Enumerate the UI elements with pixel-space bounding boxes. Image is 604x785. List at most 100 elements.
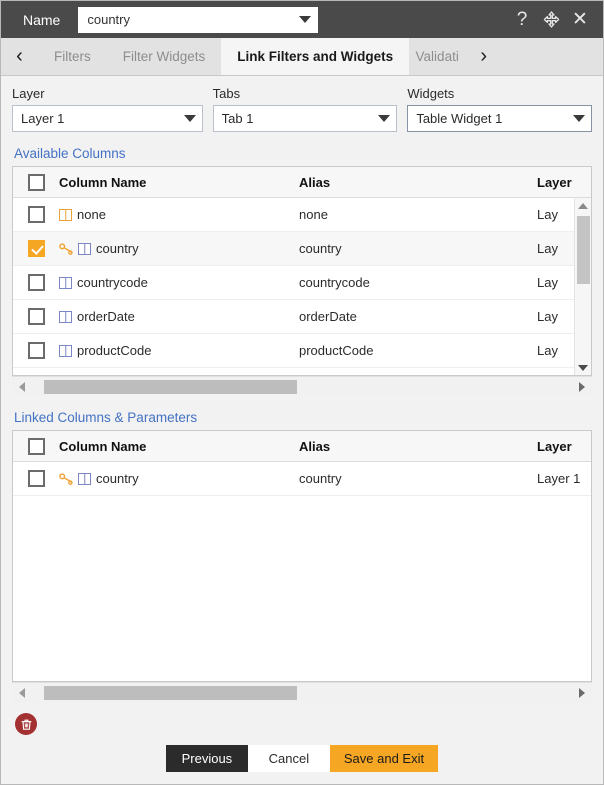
move-arrows-icon[interactable] xyxy=(540,9,562,31)
available-table-vertical-scrollbar[interactable] xyxy=(574,198,591,375)
chevron-down-icon xyxy=(378,115,391,122)
row-checkbox-cell[interactable] xyxy=(13,308,59,325)
table-row[interactable]: countrycode countrycode Lay xyxy=(13,266,591,300)
scroll-left-icon[interactable] xyxy=(12,683,32,703)
horizontal-scroll-track[interactable] xyxy=(32,377,572,397)
widgets-label: Widgets xyxy=(407,86,455,101)
available-columns-table: Column Name Alias Layer none none Lay co… xyxy=(12,166,592,376)
column-icon xyxy=(59,208,72,221)
scroll-down-icon[interactable] xyxy=(575,360,592,375)
select-all-checkbox[interactable] xyxy=(27,173,45,191)
row-checkbox-cell[interactable] xyxy=(13,240,59,257)
horizontal-scroll-track[interactable] xyxy=(32,683,572,703)
cancel-button[interactable]: Cancel xyxy=(247,745,330,772)
vertical-scroll-track[interactable] xyxy=(575,213,592,360)
row-column-name: none xyxy=(77,207,106,222)
widgets-selector: Widgets Table Widget 1 xyxy=(407,86,593,132)
save-and-exit-button[interactable]: Save and Exit xyxy=(329,745,439,772)
chevron-down-icon xyxy=(299,16,312,23)
tabs-label: Tabs xyxy=(212,86,241,101)
linked-columns-table: Column Name Alias Layer country country … xyxy=(12,430,592,682)
row-checkbox[interactable] xyxy=(27,308,45,325)
widgets-dropdown[interactable]: Table Widget 1 xyxy=(407,105,593,132)
scroll-right-icon[interactable] xyxy=(572,377,592,397)
close-x-icon[interactable]: ✕ xyxy=(569,9,591,31)
linked-select-all-checkbox-cell[interactable] xyxy=(13,437,59,455)
table-row[interactable]: quantityOrdered quantityOrdered Lay xyxy=(13,368,591,375)
row-checkbox[interactable] xyxy=(27,274,45,291)
link-filters-dialog: Name country ? ✕ ‹ Filters Filter Widget… xyxy=(0,0,604,785)
row-checkbox[interactable] xyxy=(27,240,45,257)
title-bar: Name country ? ✕ xyxy=(1,1,603,38)
tab-strip: ‹ Filters Filter Widgets Link Filters an… xyxy=(1,38,603,76)
chevron-down-icon xyxy=(573,115,586,122)
layer-selector: Layer Layer 1 xyxy=(12,86,203,132)
footer-button-row: Previous Cancel Save and Exit xyxy=(12,745,592,772)
tabs-dropdown-value: Tab 1 xyxy=(221,111,254,126)
column-icon xyxy=(59,310,72,323)
tabs-dropdown[interactable]: Tab 1 xyxy=(212,105,398,132)
row-column-name-cell: countrycode xyxy=(59,275,299,290)
row-alias: none xyxy=(299,207,328,222)
help-icon[interactable]: ? xyxy=(511,9,533,31)
header-alias: Alias xyxy=(299,174,331,190)
table-row[interactable]: none none Lay xyxy=(13,198,591,232)
select-all-checkbox-cell[interactable] xyxy=(13,173,59,191)
row-checkbox-cell[interactable] xyxy=(13,274,59,291)
window-controls: ? ✕ xyxy=(511,9,595,31)
trash-icon[interactable] xyxy=(15,713,37,735)
row-alias: orderDate xyxy=(299,309,357,324)
scroll-right-icon[interactable] xyxy=(572,683,592,703)
tab-filters[interactable]: Filters xyxy=(38,38,107,75)
layer-dropdown[interactable]: Layer 1 xyxy=(12,105,203,132)
tab-validation[interactable]: Validati xyxy=(409,38,466,75)
header-alias: Alias xyxy=(299,438,331,454)
row-checkbox-cell[interactable] xyxy=(13,342,59,359)
selector-row: Layer Layer 1 Tabs Tab 1 Widgets Table W… xyxy=(12,86,593,132)
tab-scroll-left-icon[interactable]: ‹ xyxy=(1,38,38,75)
row-checkbox[interactable] xyxy=(27,206,45,223)
row-alias: countrycode xyxy=(299,275,370,290)
name-dropdown[interactable]: country xyxy=(78,6,319,33)
chevron-down-icon xyxy=(183,115,196,122)
row-column-name-cell: country xyxy=(59,241,299,256)
available-table-horizontal-scrollbar[interactable] xyxy=(12,376,592,396)
row-column-name: productCode xyxy=(77,343,152,358)
previous-button[interactable]: Previous xyxy=(165,745,248,772)
row-layer: Layer 1 xyxy=(537,471,581,486)
widgets-dropdown-value: Table Widget 1 xyxy=(416,111,503,126)
horizontal-scroll-thumb[interactable] xyxy=(44,379,297,394)
row-checkbox-cell[interactable] xyxy=(13,206,59,223)
table-row[interactable]: country country Layer 1 xyxy=(13,462,591,496)
trash-row xyxy=(12,709,592,739)
table-row[interactable]: country country Lay xyxy=(13,232,591,266)
row-column-name-cell: productCode xyxy=(59,343,299,358)
row-column-name: country xyxy=(96,471,139,486)
row-alias: country xyxy=(299,471,342,486)
scroll-left-icon[interactable] xyxy=(12,377,32,397)
vertical-scroll-thumb[interactable] xyxy=(576,216,590,284)
column-icon xyxy=(59,344,72,357)
table-row[interactable]: productCode productCode Lay xyxy=(13,334,591,368)
row-checkbox[interactable] xyxy=(27,470,45,487)
tab-scroll-right-icon[interactable]: › xyxy=(465,38,503,75)
scroll-up-icon[interactable] xyxy=(575,198,592,213)
row-column-name-cell: none xyxy=(59,207,299,222)
row-column-name: countrycode xyxy=(77,275,148,290)
row-checkbox-cell[interactable] xyxy=(13,470,59,487)
linked-select-all-checkbox[interactable] xyxy=(27,437,45,455)
horizontal-scroll-thumb[interactable] xyxy=(44,685,297,700)
linked-table-header: Column Name Alias Layer xyxy=(13,431,591,462)
header-layer: Layer xyxy=(537,438,572,454)
tab-filter-widgets[interactable]: Filter Widgets xyxy=(106,38,222,75)
available-table-body: none none Lay country country Lay countr… xyxy=(13,198,591,375)
key-icon xyxy=(59,472,73,485)
table-row[interactable]: orderDate orderDate Lay xyxy=(13,300,591,334)
available-table-header: Column Name Alias Layer xyxy=(13,167,591,198)
tabs-selector: Tabs Tab 1 xyxy=(212,86,398,132)
row-checkbox[interactable] xyxy=(27,342,45,359)
header-column-name: Column Name xyxy=(59,438,147,454)
tab-link-filters-and-widgets[interactable]: Link Filters and Widgets xyxy=(221,38,410,75)
linked-columns-title: Linked Columns & Parameters xyxy=(14,410,198,425)
linked-table-horizontal-scrollbar[interactable] xyxy=(12,682,592,702)
